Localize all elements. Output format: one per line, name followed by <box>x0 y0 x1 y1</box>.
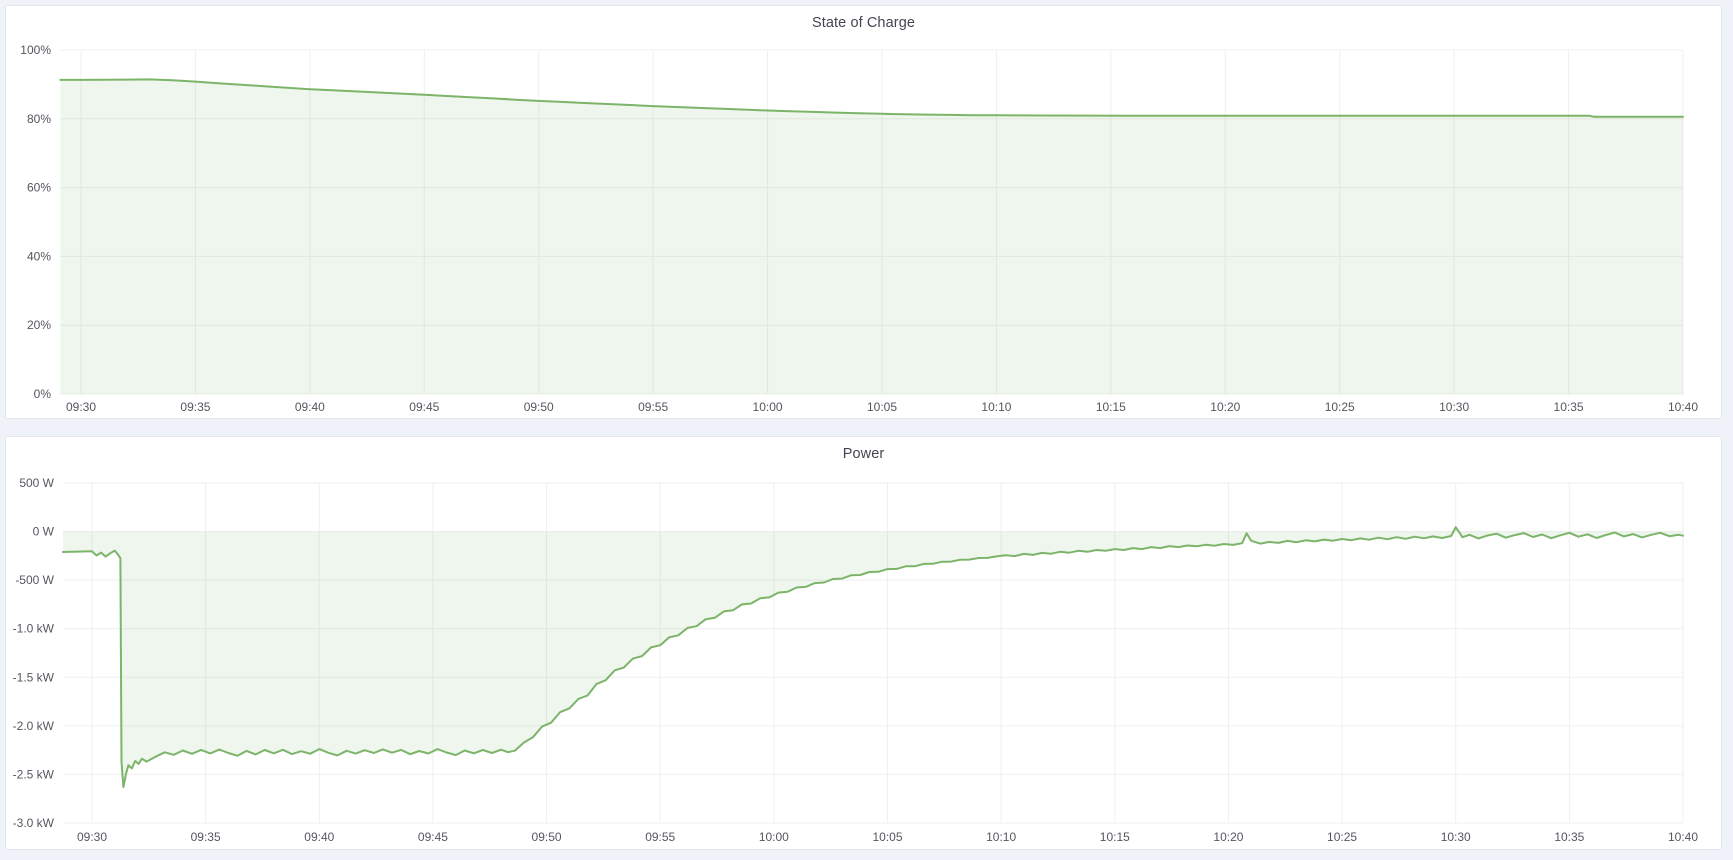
svg-text:10:35: 10:35 <box>1554 830 1584 844</box>
svg-text:-2.0 kW: -2.0 kW <box>13 719 55 733</box>
svg-text:-2.5 kW: -2.5 kW <box>13 767 55 781</box>
svg-text:09:45: 09:45 <box>418 830 448 844</box>
svg-text:10:15: 10:15 <box>1096 400 1126 414</box>
svg-text:-1.5 kW: -1.5 kW <box>13 670 55 684</box>
svg-text:09:55: 09:55 <box>638 400 668 414</box>
svg-text:10:15: 10:15 <box>1100 830 1130 844</box>
svg-text:10:30: 10:30 <box>1441 830 1471 844</box>
svg-text:-3.0 kW: -3.0 kW <box>13 816 55 830</box>
svg-text:09:50: 09:50 <box>532 830 562 844</box>
svg-text:-1.0 kW: -1.0 kW <box>13 622 55 636</box>
svg-text:-500 W: -500 W <box>15 573 54 587</box>
svg-text:09:40: 09:40 <box>304 830 334 844</box>
svg-text:10:10: 10:10 <box>986 830 1016 844</box>
svg-text:10:05: 10:05 <box>872 830 902 844</box>
svg-text:100%: 100% <box>20 43 51 57</box>
svg-text:10:40: 10:40 <box>1668 400 1698 414</box>
svg-text:10:20: 10:20 <box>1213 830 1243 844</box>
svg-text:09:40: 09:40 <box>295 400 325 414</box>
svg-text:09:30: 09:30 <box>77 830 107 844</box>
svg-text:09:35: 09:35 <box>180 400 210 414</box>
state-of-charge-panel: 100% 80% 60% 40% 20% 0% 09:30 09:35 09:40 09:45 09… <box>5 5 1722 419</box>
svg-text:10:00: 10:00 <box>753 400 783 414</box>
svg-text:10:35: 10:35 <box>1554 400 1584 414</box>
svg-text:09:50: 09:50 <box>524 400 554 414</box>
svg-text:10:20: 10:20 <box>1210 400 1240 414</box>
svg-text:10:25: 10:25 <box>1325 400 1355 414</box>
svg-text:09:55: 09:55 <box>645 830 675 844</box>
svg-text:80%: 80% <box>27 112 51 126</box>
svg-text:10:05: 10:05 <box>867 400 897 414</box>
state-of-charge-chart[interactable]: 100% 80% 60% 40% 20% 0% 09:30 09:35 09:40 09:45 09… <box>6 6 1721 418</box>
svg-text:20%: 20% <box>27 318 51 332</box>
svg-text:10:10: 10:10 <box>981 400 1011 414</box>
svg-text:09:35: 09:35 <box>191 830 221 844</box>
power-chart[interactable]: 500 W 0 W -500 W -1.0 kW -1.5 kW -2.0 kW -2.5 … <box>6 437 1721 849</box>
power-panel: 500 W 0 W -500 W -1.0 kW -1.5 kW -2.0 kW -2.5 … <box>5 436 1722 850</box>
svg-text:09:45: 09:45 <box>409 400 439 414</box>
svg-text:10:30: 10:30 <box>1439 400 1469 414</box>
svg-text:0 W: 0 W <box>33 525 55 539</box>
svg-text:40%: 40% <box>27 249 51 263</box>
svg-text:10:00: 10:00 <box>759 830 789 844</box>
svg-text:60%: 60% <box>27 181 51 195</box>
dashboard: { "colors": { "page_background": "#eff2f… <box>0 0 1733 860</box>
svg-text:09:30: 09:30 <box>66 400 96 414</box>
svg-text:10:25: 10:25 <box>1327 830 1357 844</box>
svg-text:10:40: 10:40 <box>1668 830 1698 844</box>
svg-text:0%: 0% <box>34 387 52 401</box>
svg-text:500 W: 500 W <box>19 476 54 490</box>
